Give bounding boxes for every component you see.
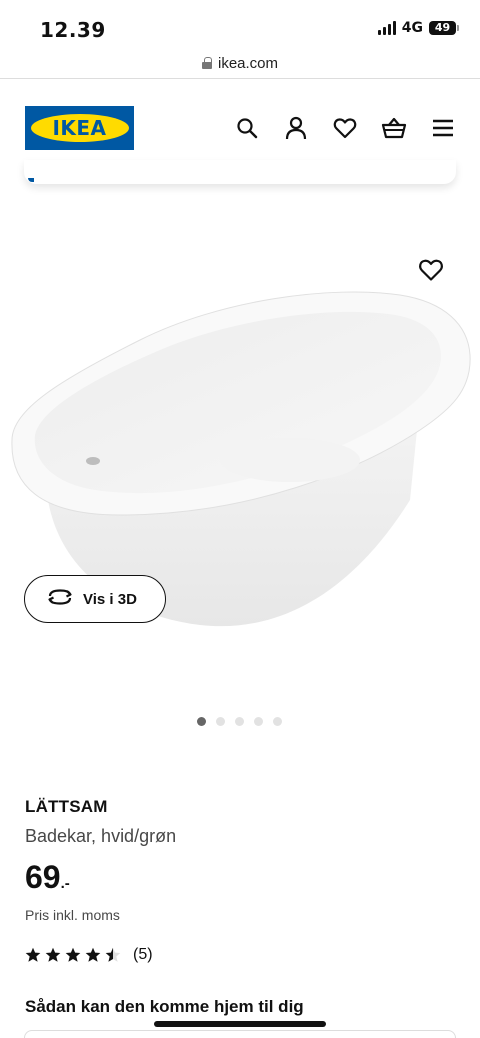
site-header: IKEA <box>0 100 480 160</box>
battery-icon: 49 <box>429 21 459 35</box>
ikea-logo[interactable]: IKEA <box>25 106 134 150</box>
price-integer: 69 <box>25 859 61 895</box>
delivery-options-card[interactable] <box>24 1030 456 1038</box>
carousel-dot[interactable] <box>253 717 263 726</box>
view-in-3d-button[interactable]: Vis i 3D <box>24 575 166 623</box>
logo-text: IKEA <box>52 116 107 140</box>
network-type: 4G <box>401 20 423 36</box>
carousel-dot[interactable] <box>272 717 282 726</box>
rotate-3d-icon <box>47 588 73 611</box>
delivery-title: Sådan kan den komme hjem til dig <box>25 997 304 1016</box>
product-description: Badekar, hvid/grøn <box>25 826 177 846</box>
carousel-dot[interactable] <box>234 717 244 726</box>
status-bar: 12.39 4G 49 <box>0 0 480 48</box>
view-in-3d-label: Vis i 3D <box>83 590 137 608</box>
header-actions <box>233 114 456 141</box>
image-carousel-dots <box>0 717 479 726</box>
basket-icon[interactable] <box>380 114 407 141</box>
search-icon[interactable] <box>233 114 260 141</box>
price-note: Pris inkl. moms <box>25 907 120 923</box>
rating-star-icon <box>45 947 61 962</box>
divider <box>0 78 480 79</box>
logo-oval: IKEA <box>30 114 129 142</box>
product-price: 69 .- <box>25 858 70 896</box>
home-indicator <box>154 1021 326 1027</box>
wishlist-icon[interactable] <box>331 114 358 141</box>
rating-star-icon <box>65 947 81 962</box>
add-to-wishlist-icon[interactable] <box>418 258 444 284</box>
rating-star-icon <box>105 947 121 962</box>
rating[interactable]: (5) <box>25 946 153 964</box>
address-bar[interactable]: ikea.com <box>0 48 480 78</box>
carousel-dot[interactable] <box>196 717 206 726</box>
account-icon[interactable] <box>282 114 309 141</box>
carousel-dot[interactable] <box>215 717 225 726</box>
status-indicators: 4G 49 <box>377 20 459 36</box>
rating-star-icon <box>25 947 41 962</box>
price-suffix: .- <box>60 875 70 892</box>
rating-count: (5) <box>133 946 153 963</box>
rating-stars <box>25 947 121 963</box>
lock-icon <box>201 57 212 69</box>
menu-icon[interactable] <box>429 114 456 141</box>
rating-star-icon <box>85 947 101 962</box>
status-time: 12.39 <box>40 18 106 42</box>
collapsed-banner[interactable] <box>24 160 456 184</box>
signal-icon <box>377 21 396 35</box>
url-text: ikea.com <box>217 54 279 72</box>
product-name: LÄTTSAM <box>25 797 108 816</box>
